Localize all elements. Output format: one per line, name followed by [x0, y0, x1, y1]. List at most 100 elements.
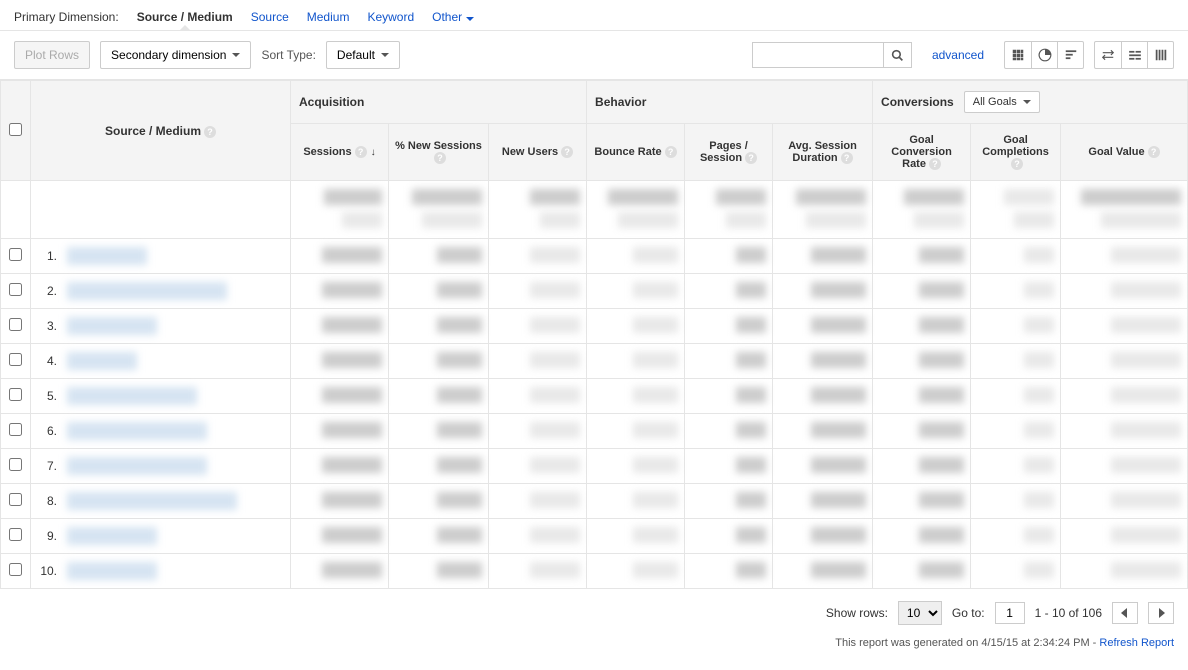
col-bounce[interactable]: Bounce Rate?	[587, 124, 685, 181]
dimension-link-keyword[interactable]: Keyword	[367, 10, 414, 24]
redacted-value	[67, 387, 197, 405]
col-pages[interactable]: Pages / Session?	[685, 124, 773, 181]
help-icon[interactable]: ?	[204, 126, 216, 138]
dimension-link-medium[interactable]: Medium	[307, 10, 350, 24]
row-dimension-cell[interactable]: 4.	[31, 344, 291, 379]
row-checkbox[interactable]	[9, 563, 22, 576]
row-checkbox[interactable]	[9, 493, 22, 506]
header-group-acquisition: Acquisition	[291, 81, 587, 124]
summary-row	[1, 181, 1188, 239]
row-dimension-cell[interactable]: 2.	[31, 274, 291, 309]
next-page-button[interactable]	[1148, 602, 1174, 624]
header-checkbox[interactable]	[1, 81, 31, 181]
row-checkbox[interactable]	[9, 528, 22, 541]
dimension-link-source[interactable]: Source	[251, 10, 289, 24]
view-bar-button[interactable]	[1057, 42, 1083, 68]
row-checkbox[interactable]	[9, 353, 22, 366]
col-new-users[interactable]: New Users?	[489, 124, 587, 181]
row-dimension-cell[interactable]: 10.	[31, 554, 291, 589]
col-completions[interactable]: Goal Completions?	[971, 124, 1061, 181]
redacted-value	[437, 387, 482, 403]
row-checkbox[interactable]	[9, 318, 22, 331]
col-new-sessions[interactable]: % New Sessions?	[389, 124, 489, 181]
help-icon[interactable]: ?	[665, 146, 677, 158]
secondary-dimension-select[interactable]: Secondary dimension	[100, 41, 251, 69]
redacted-value	[530, 457, 580, 473]
redacted-value	[736, 527, 766, 543]
prev-page-button[interactable]	[1112, 602, 1138, 624]
row-dimension-cell[interactable]: 1.	[31, 239, 291, 274]
redacted-value	[736, 562, 766, 578]
redacted-value	[736, 492, 766, 508]
refresh-report-link[interactable]: Refresh Report	[1099, 637, 1174, 649]
row-checkbox[interactable]	[9, 283, 22, 296]
sort-type-select[interactable]: Default	[326, 41, 400, 69]
row-checkbox-cell	[1, 379, 31, 414]
redacted-value	[322, 352, 382, 368]
row-checkbox[interactable]	[9, 423, 22, 436]
row-dimension-cell[interactable]: 7.	[31, 449, 291, 484]
redacted-value	[322, 527, 382, 543]
table-row: 10.	[1, 554, 1188, 589]
dimension-active-source-medium[interactable]: Source / Medium	[137, 10, 233, 24]
table-row: 9.	[1, 519, 1188, 554]
help-icon[interactable]: ?	[434, 152, 446, 164]
redacted-value	[633, 527, 678, 543]
redacted-value	[811, 492, 866, 508]
view-table-button[interactable]	[1005, 42, 1031, 68]
row-dimension-cell[interactable]: 5.	[31, 379, 291, 414]
redacted-value	[1024, 317, 1054, 333]
row-checkbox[interactable]	[9, 388, 22, 401]
header-group-row: Source / Medium? Acquisition Behavior Co…	[1, 81, 1188, 124]
redacted-value	[919, 282, 964, 298]
redacted-value	[633, 492, 678, 508]
header-group-conversions: Conversions All Goals	[873, 81, 1188, 124]
view-pivot-button[interactable]	[1147, 42, 1173, 68]
help-icon[interactable]: ?	[355, 146, 367, 158]
advanced-link[interactable]: advanced	[932, 48, 984, 62]
search-button[interactable]	[883, 43, 911, 67]
chevron-down-icon	[381, 53, 389, 57]
redacted-value	[437, 492, 482, 508]
header-dimension[interactable]: Source / Medium?	[31, 81, 291, 181]
show-rows-select[interactable]: 10	[898, 601, 942, 625]
col-value[interactable]: Goal Value?	[1061, 124, 1188, 181]
row-dimension-cell[interactable]: 6.	[31, 414, 291, 449]
redacted-value	[67, 492, 237, 510]
help-icon[interactable]: ?	[841, 152, 853, 164]
redacted-value	[919, 352, 964, 368]
goto-label: Go to:	[952, 606, 985, 620]
redacted-value	[811, 457, 866, 473]
help-icon[interactable]: ?	[561, 146, 573, 158]
row-number: 2.	[39, 284, 57, 298]
col-sessions[interactable]: Sessions?↓	[291, 124, 389, 181]
select-all-checkbox[interactable]	[9, 123, 22, 136]
redacted-value	[1111, 457, 1181, 473]
help-icon[interactable]: ?	[1148, 146, 1160, 158]
row-number: 1.	[39, 249, 57, 263]
goal-select[interactable]: All Goals	[964, 91, 1040, 113]
col-duration[interactable]: Avg. Session Duration?	[773, 124, 873, 181]
help-icon[interactable]: ?	[745, 152, 757, 164]
row-number: 10.	[39, 564, 57, 578]
help-icon[interactable]: ?	[929, 158, 941, 170]
row-dimension-cell[interactable]: 3.	[31, 309, 291, 344]
view-pie-button[interactable]	[1031, 42, 1057, 68]
redacted-value	[1111, 492, 1181, 508]
redacted-value	[736, 352, 766, 368]
help-icon[interactable]: ?	[1011, 158, 1023, 170]
search-input[interactable]	[753, 43, 883, 67]
view-term-cloud-button[interactable]	[1121, 42, 1147, 68]
row-checkbox[interactable]	[9, 248, 22, 261]
col-conv-rate[interactable]: Goal Conversion Rate?	[873, 124, 971, 181]
show-rows-label: Show rows:	[826, 606, 888, 620]
row-checkbox[interactable]	[9, 458, 22, 471]
redacted-value	[437, 317, 482, 333]
dimension-link-other[interactable]: Other	[432, 10, 473, 24]
row-dimension-cell[interactable]: 9.	[31, 519, 291, 554]
row-dimension-cell[interactable]: 8.	[31, 484, 291, 519]
redacted-value	[811, 317, 866, 333]
goto-input[interactable]	[995, 602, 1025, 624]
view-compare-button[interactable]	[1095, 42, 1121, 68]
page-range: 1 - 10 of 106	[1035, 606, 1102, 620]
